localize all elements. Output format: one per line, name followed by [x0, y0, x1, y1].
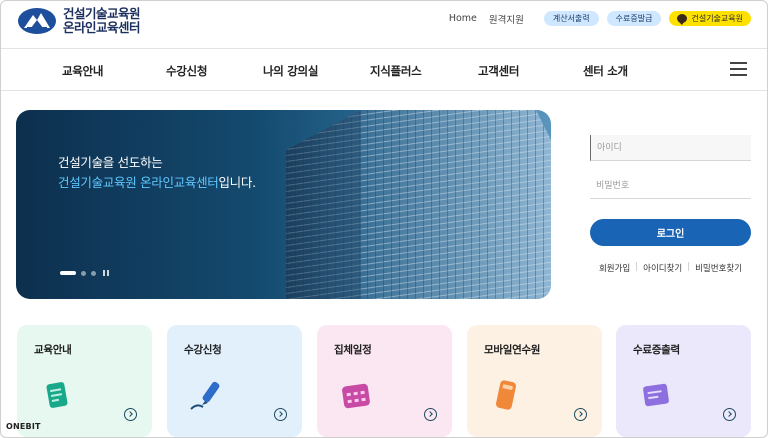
certificate-issue-button[interactable]: 수료증발급 — [606, 11, 662, 26]
login-panel: 로그인 회원가입 | 아이디찾기 | 비밀번호찾기 — [590, 135, 751, 274]
signup-link[interactable]: 회원가입 — [599, 262, 630, 274]
logo-title: 건설기술교육원 — [63, 6, 141, 21]
slider-pagination — [60, 270, 109, 276]
main-nav: 교육안내 수강신청 나의 강의실 지식플러스 고객센터 센터 소개 — [1, 49, 767, 91]
pen-icon — [190, 381, 220, 410]
card-title: 수강신청 — [184, 344, 222, 356]
nav-item-my-classroom[interactable]: 나의 강의실 — [263, 63, 318, 79]
document-icon — [46, 382, 68, 408]
menu-icon[interactable] — [730, 62, 747, 76]
find-password-link[interactable]: 비밀번호찾기 — [695, 262, 742, 274]
arrow-circle-icon[interactable] — [424, 408, 437, 421]
card-title: 집체일정 — [334, 344, 372, 356]
find-id-link[interactable]: 아이디찾기 — [643, 262, 682, 274]
arrow-circle-icon[interactable] — [274, 408, 287, 421]
hero-banner[interactable]: 건설기술을 선도하는 건설기술교육원 온라인교육센터입니다. — [16, 110, 551, 299]
arrow-circle-icon[interactable] — [723, 408, 736, 421]
quick-card-group-schedule[interactable]: 집체일정 — [317, 325, 452, 437]
site-logo[interactable]: 건설기술교육원 온라인교육센터 — [17, 6, 141, 35]
calendar-icon — [342, 383, 370, 409]
printer-icon — [643, 383, 669, 407]
quick-card-enroll[interactable]: 수강신청 — [167, 325, 302, 437]
link-divider: | — [687, 262, 691, 272]
slide-dot[interactable] — [91, 270, 96, 276]
hero-headline: 건설기술을 선도하는 — [58, 155, 163, 170]
page: 건설기술교육원 온라인교육센터 Home 원격지원 계산서출력 수료증발급 건설… — [0, 0, 768, 438]
home-link[interactable]: Home — [449, 13, 477, 24]
top-header: 건설기술교육원 온라인교육센터 Home 원격지원 계산서출력 수료증발급 건설… — [1, 1, 767, 49]
card-title: 모바일연수원 — [484, 344, 541, 356]
quick-card-mobile-institute[interactable]: 모바일연수원 — [467, 325, 602, 437]
slide-dot[interactable] — [81, 270, 86, 276]
nav-item-education-info[interactable]: 교육안내 — [62, 63, 103, 79]
login-button[interactable]: 로그인 — [590, 219, 751, 246]
brand-watermark: ONEBIT — [6, 422, 41, 431]
invoice-print-button[interactable]: 계산서출력 — [543, 11, 599, 26]
nav-item-customer-center[interactable]: 고객센터 — [478, 63, 519, 79]
mobile-icon — [496, 380, 516, 410]
mountain-logo-icon — [17, 7, 57, 35]
card-title: 교육안내 — [34, 344, 72, 356]
link-divider: | — [635, 262, 639, 272]
card-title: 수료증출력 — [633, 344, 680, 356]
hero-subheadline: 건설기술교육원 온라인교육센터입니다. — [58, 172, 256, 191]
kakao-talk-icon — [677, 14, 688, 25]
nav-item-knowledge-plus[interactable]: 지식플러스 — [370, 63, 422, 79]
quick-card-education-info[interactable]: 교육안내 — [17, 325, 152, 437]
utility-bar: Home 원격지원 계산서출력 수료증발급 건설기술교육원 — [449, 11, 751, 26]
nav-item-enroll[interactable]: 수강신청 — [166, 63, 207, 79]
kakao-channel-label: 건설기술교육원 — [691, 14, 743, 23]
hero-accent-text: 건설기술교육원 온라인교육센터 — [58, 175, 219, 190]
pause-icon[interactable] — [103, 270, 109, 276]
arrow-circle-icon[interactable] — [574, 408, 587, 421]
logo-subtitle: 온라인교육센터 — [63, 20, 141, 35]
arrow-circle-icon[interactable] — [124, 408, 137, 421]
nav-item-center-intro[interactable]: 센터 소개 — [583, 63, 628, 79]
id-input[interactable] — [590, 135, 751, 161]
quick-card-certificate-print[interactable]: 수료증출력 — [616, 325, 751, 437]
hero-rest-text: 입니다. — [218, 175, 256, 190]
password-input[interactable] — [590, 173, 751, 199]
slide-dot-active[interactable] — [60, 271, 76, 275]
remote-support-link[interactable]: 원격지원 — [489, 12, 524, 26]
login-links: 회원가입 | 아이디찾기 | 비밀번호찾기 — [590, 262, 751, 274]
kakao-channel-button[interactable]: 건설기술교육원 — [669, 11, 751, 26]
